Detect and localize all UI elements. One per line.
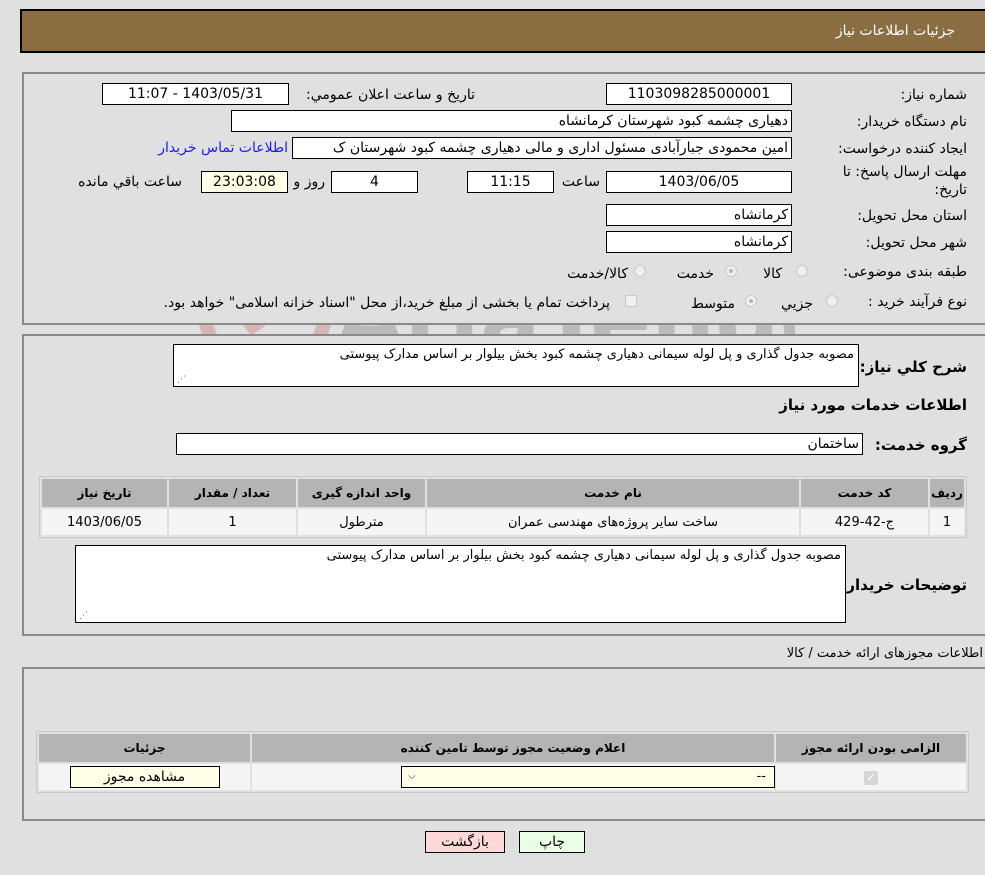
- announce-datetime-field: 1403/05/31 - 11:07: [102, 83, 289, 105]
- need-number-label: شماره نياز:: [900, 87, 968, 103]
- days-remaining-field: 4: [331, 171, 418, 193]
- col-service-code: کد خدمت: [801, 479, 928, 507]
- service-group-label: گروه خدمت:: [874, 436, 967, 454]
- required-checkbox-checked-icon[interactable]: ✓: [864, 770, 878, 785]
- province-label: استان محل تحويل:: [857, 208, 967, 224]
- deadline-label-date: تاريخ:: [934, 182, 967, 198]
- cell-service-name: ساخت ساير پروژه‌های مهندسی عمران: [427, 509, 799, 535]
- category-radio-goods-service[interactable]: [634, 265, 646, 277]
- cell-need-date: 1403/06/05: [42, 509, 167, 535]
- buyer-notes-text: مصوبه جدول گذاری و پل لوله سيمانی دهياری…: [326, 548, 841, 563]
- process-option-minor: جزيي: [781, 296, 813, 312]
- need-number-field: 1103098285000001: [606, 83, 792, 105]
- permits-heading: اطلاعات مجوزهای ارائه خدمت / کالا: [786, 646, 983, 661]
- services-table-header: رديف کد خدمت نام خدمت واحد اندازه گيری ت…: [42, 479, 964, 507]
- announce-label: تاريخ و ساعت اعلان عمومي:: [306, 87, 475, 103]
- table-row: ✓ -- ⌵ مشاهده مجوز: [39, 764, 966, 790]
- print-button[interactable]: چاپ: [519, 831, 585, 853]
- cell-permit-required: ✓: [776, 764, 966, 790]
- col-permit-status: اعلام وضعيت مجوز توسط تامين کننده: [252, 734, 774, 762]
- summary-text: مصوبه جدول گذاری و پل لوله سيمانی دهياری…: [339, 347, 854, 362]
- page-header: جزئيات اطلاعات نياز: [20, 9, 985, 53]
- requester-label: ايجاد کننده درخواست:: [838, 141, 967, 157]
- permit-status-select[interactable]: -- ⌵: [401, 766, 775, 788]
- resize-grip-icon[interactable]: ⋰: [177, 376, 186, 385]
- cell-unit: مترطول: [298, 509, 425, 535]
- col-need-date: تاريخ نياز: [42, 479, 167, 507]
- cell-row-number: 1: [930, 509, 964, 535]
- chevron-down-icon: ⌵: [408, 771, 416, 782]
- buyer-org-label: نام دستگاه خريدار:: [856, 114, 967, 130]
- cell-quantity: 1: [169, 509, 296, 535]
- deadline-time-field: 11:15: [467, 171, 554, 193]
- category-radio-service[interactable]: [725, 265, 737, 277]
- cell-service-code: ج-42-429: [801, 509, 928, 535]
- cell-permit-status: -- ⌵: [252, 764, 775, 790]
- services-heading: اطلاعات خدمات مورد نياز: [779, 396, 967, 414]
- service-group-field: ساختمان: [176, 433, 863, 455]
- process-radio-medium[interactable]: [745, 295, 757, 307]
- col-quantity: تعداد / مقدار: [169, 479, 296, 507]
- view-permit-button[interactable]: مشاهده مجوز: [69, 766, 220, 788]
- col-permit-required: الزامی بودن ارائه مجوز: [776, 734, 966, 762]
- summary-textarea[interactable]: مصوبه جدول گذاری و پل لوله سيمانی دهياری…: [173, 344, 859, 387]
- category-radio-goods[interactable]: [796, 265, 808, 277]
- page-title: جزئيات اطلاعات نياز: [835, 23, 955, 39]
- buyer-org-field: دهياری چشمه کبود شهرستان کرمانشاه: [231, 110, 792, 132]
- buyer-contact-link[interactable]: اطلاعات تماس خريدار: [158, 140, 288, 156]
- city-field: کرمانشاه: [606, 231, 792, 253]
- permits-table: الزامی بودن ارائه مجوز اعلام وضعيت مجوز …: [36, 731, 969, 793]
- days-label: روز و: [293, 174, 326, 190]
- col-permit-details: جزئيات: [39, 734, 250, 762]
- remaining-label: ساعت باقي مانده: [78, 174, 182, 190]
- city-label: شهر محل تحويل:: [865, 235, 967, 251]
- col-row-number: رديف: [930, 479, 964, 507]
- category-option-goods-service: کالا/خدمت: [567, 266, 628, 282]
- process-label: نوع فرآيند خريد :: [868, 294, 967, 310]
- province-field: کرمانشاه: [606, 204, 792, 226]
- permits-table-header: الزامی بودن ارائه مجوز اعلام وضعيت مجوز …: [39, 734, 966, 762]
- col-unit: واحد اندازه گيری: [298, 479, 425, 507]
- process-radio-minor[interactable]: [826, 295, 838, 307]
- back-button[interactable]: بازگشت: [425, 831, 505, 853]
- deadline-time-label: ساعت: [561, 174, 600, 190]
- treasury-checkbox[interactable]: [625, 295, 637, 307]
- remaining-time-field: 23:03:08: [201, 171, 288, 193]
- buyer-notes-textarea[interactable]: مصوبه جدول گذاری و پل لوله سيمانی دهياری…: [75, 545, 846, 623]
- table-row: 1 ج-42-429 ساخت ساير پروژه‌های مهندسی عم…: [42, 509, 964, 535]
- resize-grip-icon[interactable]: ⋰: [79, 612, 88, 621]
- deadline-label: مهلت ارسال پاسخ: تا: [842, 164, 967, 180]
- category-label: طبقه بندی موضوعی:: [843, 264, 967, 280]
- buyer-notes-label: توضيحات خريدار:: [840, 576, 967, 594]
- category-option-goods: کالا: [763, 266, 782, 282]
- col-service-name: نام خدمت: [427, 479, 799, 507]
- process-option-medium: متوسط: [691, 296, 735, 312]
- summary-label: شرح کلي نياز:: [859, 358, 967, 376]
- deadline-date-field: 1403/06/05: [606, 171, 792, 193]
- services-table: رديف کد خدمت نام خدمت واحد اندازه گيری ت…: [39, 476, 967, 538]
- cell-permit-details: مشاهده مجوز: [39, 764, 250, 790]
- category-option-service: خدمت: [676, 266, 714, 282]
- requester-field: امين محمودی جبارآبادی مسئول اداری و مالی…: [292, 137, 792, 159]
- permit-status-value: --: [756, 769, 766, 784]
- treasury-note: پرداخت تمام يا بخشی از مبلغ خريد،از محل …: [163, 295, 610, 311]
